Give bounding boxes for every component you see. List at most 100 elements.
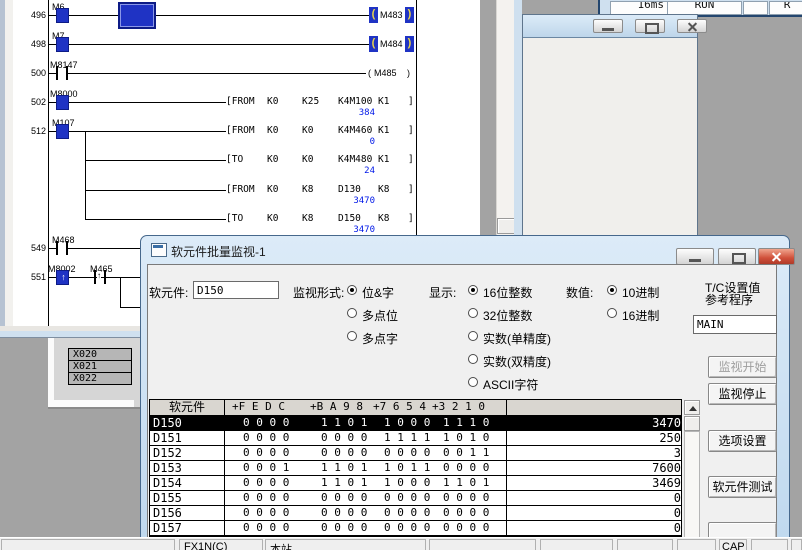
radio-decimal[interactable]: 10进制 [607,284,687,298]
radio-bit-word[interactable]: 位&字 [347,284,427,298]
option-settings-button[interactable]: 选项设置 [708,430,777,452]
radio-real-double[interactable]: 实数(双精度) [468,353,578,367]
monitor-value: 3470 [311,196,375,206]
instr-end: ] [408,184,414,195]
scroll-up-button[interactable] [684,400,700,415]
radio-ascii[interactable]: ASCII字符 [468,376,578,390]
scrollbar-thumb[interactable] [684,416,700,431]
radio-int32[interactable]: 32位整数 [468,307,578,321]
bits-cell: 0 0 0 0 0 0 0 0 0 0 0 0 0 0 0 0 [225,491,507,505]
minimize-button[interactable] [676,248,714,265]
radio-icon [468,331,478,341]
maximize-button[interactable] [635,19,665,33]
step-number: 500 [18,68,46,78]
monitor-stop-button[interactable]: 监视停止 [708,383,777,405]
radio-multi-word[interactable]: 多点字 [347,330,427,344]
instruction-row[interactable]: [TO K0 K8 D150 K8 ] [226,213,416,225]
scrollbar-track[interactable] [684,431,700,538]
instruction-row[interactable]: [FROM K0 K8 D130 K8 ] [226,184,416,196]
instr-p4: K8 [378,184,389,195]
step-number: 512 [18,126,46,136]
value-cell: 3 [507,446,685,460]
minimize-button[interactable] [593,19,623,33]
radio-multi-bit[interactable]: 多点位 [347,307,427,321]
plc-type-cell: FX1N(C) [179,539,263,550]
table-row[interactable]: D156 0 0 0 0 0 0 0 0 0 0 0 0 0 0 0 0 0 [150,506,681,521]
instruction-row[interactable]: [FROM K0 K0 K4M460 K1 ] [226,125,416,137]
coil-label: M485 [374,68,397,78]
instr-p2: K8 [302,184,313,195]
rung-line [85,190,226,191]
table-row-selected[interactable]: D150 0 0 0 0 1 1 0 1 1 0 0 0 1 1 1 0 347… [150,416,681,431]
instr-end: ] [408,154,414,165]
instr-p2: K25 [302,96,319,107]
ladder-scrollbar-thumb[interactable] [497,218,515,234]
instr-p2: K0 [302,125,313,136]
rung-line [68,248,140,249]
instr-p3: K4M480 [338,154,372,165]
device-input[interactable]: D150 [193,281,279,299]
rung-line [120,307,140,308]
radio-icon [468,308,478,318]
ladder-cursor[interactable] [118,2,156,29]
ref-program-label: 参考程序 [705,291,753,308]
rung-line [48,102,226,103]
instr-op: [TO [226,154,243,165]
maximize-button[interactable] [718,248,756,265]
window-edge [48,338,54,404]
maximize-icon [732,253,746,264]
value-cell: 3469 [507,476,685,490]
close-button[interactable] [677,19,707,33]
value-cell: 0 [507,491,685,505]
contact-energized-icon[interactable] [56,8,69,23]
contact-energized-icon[interactable] [56,95,69,110]
instr-p1: K0 [267,125,278,136]
device-batch-monitor-dialog: 软元件批量监视-1 软元件: D150 监视形式: 位&字 多点位 多点字 显示… [140,235,790,550]
monitor-start-button[interactable]: 监视开始 [708,356,777,378]
instruction-row[interactable]: [FROM K0 K25 K4M100 K1 ] [226,96,416,108]
table-row[interactable]: D157 0 0 0 0 0 0 0 0 0 0 0 0 0 0 0 0 0 [150,521,681,536]
up-arrow-icon [689,406,697,411]
bits-cell: 0 0 0 0 1 1 0 1 1 0 0 0 1 1 1 0 [225,416,507,430]
program-input[interactable]: MAIN [693,315,777,334]
radio-icon [607,308,617,318]
instr-p4: K8 [378,213,389,224]
bits-cell: 0 0 0 1 1 1 0 1 1 0 1 1 0 0 0 0 [225,461,507,475]
contact-open-icon [104,270,106,284]
table-row[interactable]: D154 0 0 0 0 1 1 0 1 1 0 0 0 1 1 0 1 346… [150,476,681,491]
device-cell[interactable]: X022 [68,372,132,385]
device-cell: D152 [150,446,225,460]
contact-energized-icon[interactable] [56,124,69,139]
window-edge [48,400,134,407]
branch-line [120,277,121,307]
table-row[interactable]: D155 0 0 0 0 0 0 0 0 0 0 0 0 0 0 0 0 0 [150,491,681,506]
radio-int16[interactable]: 16位整数 [468,284,578,298]
instr-op: [TO [226,213,243,224]
contact-open-icon [56,66,58,80]
coil-open: ( [368,68,371,78]
radio-real-single[interactable]: 实数(单精度) [468,330,578,344]
contact-pulse-icon[interactable]: ↑ [56,270,69,285]
status-bar: FX1N(C) 本站 CAP [0,537,802,550]
dialog-icon [151,243,167,257]
contact-label: M8147 [50,60,78,70]
status-cell [791,539,802,550]
close-button[interactable] [758,248,795,265]
device-monitor-table: 软元件 +F E D C +B A 9 8 +7 6 5 4 +3 2 1 0 … [149,399,682,537]
scan-time-cell: 16ms [610,1,668,15]
table-row[interactable]: D152 0 0 0 0 0 0 0 0 0 0 0 0 0 0 1 1 3 [150,446,681,461]
instr-op: [FROM [226,125,255,136]
radio-hex[interactable]: 16进制 [607,307,687,321]
table-row[interactable]: D153 0 0 0 1 1 1 0 1 1 0 1 1 0 0 0 0 760… [150,461,681,476]
instruction-row[interactable]: [TO K0 K0 K4M480 K1 ] [226,154,416,166]
station-cell: 本站 [265,539,426,550]
value-cell: 7600 [507,461,685,475]
device-test-button[interactable]: 软元件测试 [708,476,777,498]
table-row[interactable]: D151 0 0 0 0 0 0 0 0 1 1 1 1 1 0 1 0 250 [150,431,681,446]
rung-line [48,248,56,249]
instr-p4: K1 [378,96,389,107]
contact-energized-icon[interactable] [56,37,69,52]
device-cell: D153 [150,461,225,475]
bits-cell: 0 0 0 0 1 1 0 1 1 0 0 0 1 1 0 1 [225,476,507,490]
device-cell: D155 [150,491,225,505]
